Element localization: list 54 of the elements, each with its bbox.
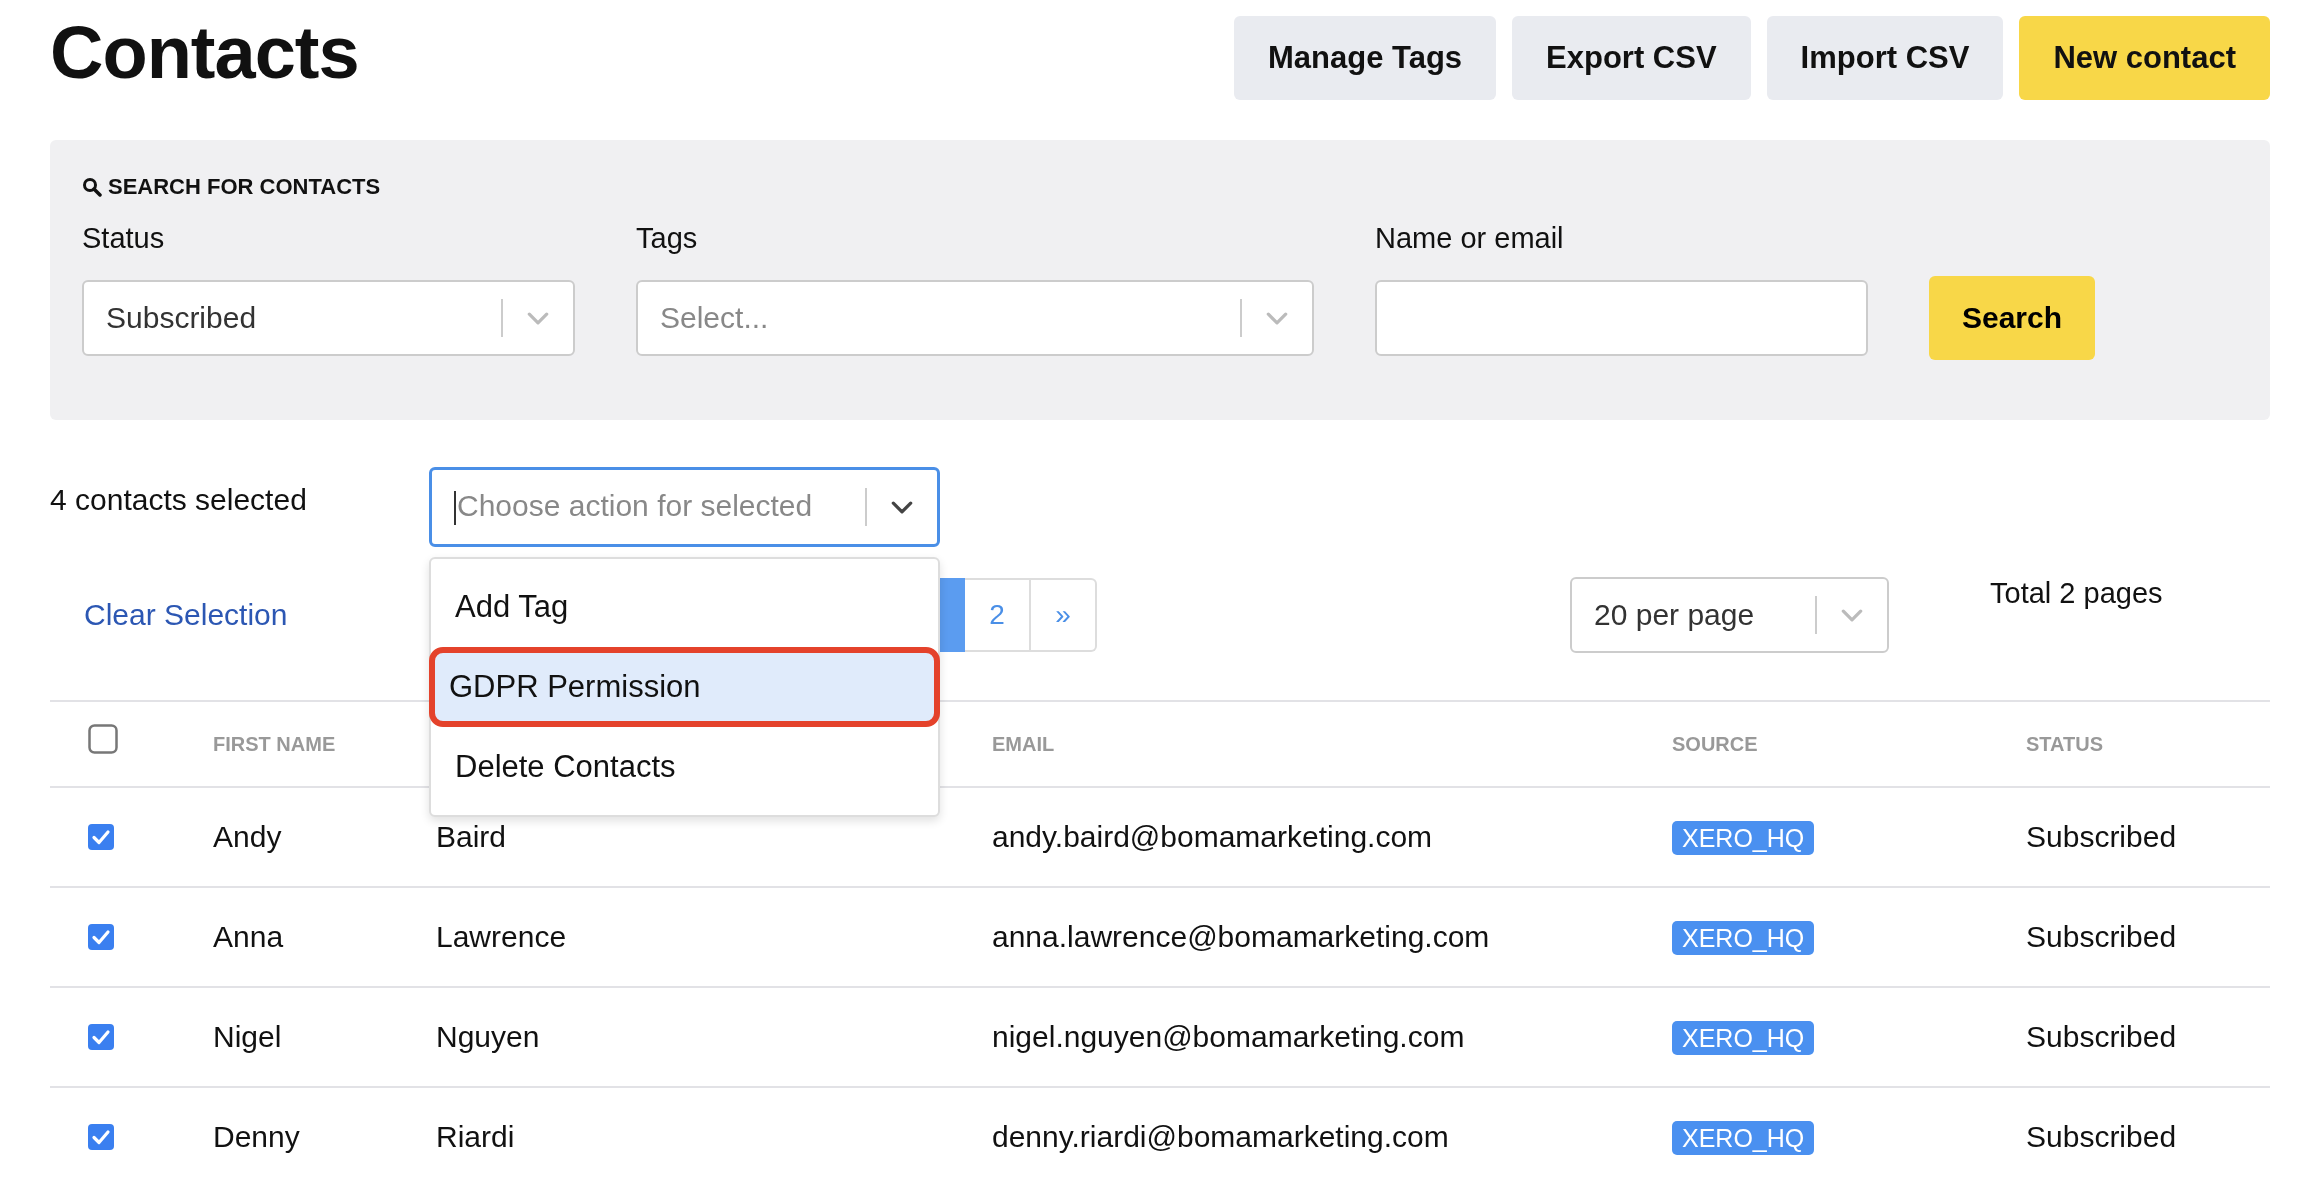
table-cell-text: Riardi <box>436 1120 516 1154</box>
source-tag: XERO_HQ <box>1672 821 1815 855</box>
table-cell-text: Nigel <box>213 1020 283 1054</box>
header-button[interactable]: Export CSV <box>1512 16 1751 100</box>
checkbox[interactable] <box>88 724 118 754</box>
name-or-email-field[interactable] <box>1375 280 1868 356</box>
page-title: Contacts <box>50 10 359 95</box>
field-label: Name or email <box>1375 222 1565 256</box>
checkbox[interactable] <box>88 1024 114 1050</box>
chevron-icon <box>1266 311 1288 325</box>
table-cell-text: Subscribed <box>2026 1120 2178 1154</box>
menu-option[interactable]: Add Tag <box>431 567 938 647</box>
header-button[interactable]: Import CSV <box>1766 16 2004 100</box>
table-cell-text: anna.lawrence@bomamarketing.com <box>992 920 1491 954</box>
field-label: Tags <box>636 222 699 256</box>
checkbox[interactable] <box>88 924 114 950</box>
table-cell-text: Denny <box>213 1120 301 1154</box>
table-cell-text: denny.riardi@bomamarketing.com <box>992 1120 1450 1154</box>
action-select[interactable]: Choose action for selected <box>429 467 940 547</box>
search-heading: SEARCH FOR CONTACTS <box>108 174 381 200</box>
menu-option[interactable]: Delete Contacts <box>431 727 938 807</box>
chevron-icon <box>527 311 549 325</box>
table-cell-text: andy.baird@bomamarketing.com <box>992 820 1434 854</box>
source-tag: XERO_HQ <box>1672 1021 1815 1055</box>
table-cell-text: nigel.nguyen@bomamarketing.com <box>992 1020 1466 1054</box>
chevron-icon <box>891 500 913 514</box>
tags-select[interactable]: Select... <box>636 280 1314 356</box>
column-header: SOURCE <box>1672 732 1759 756</box>
total-pages: Total 2 pages <box>1990 577 2163 610</box>
checkbox[interactable] <box>88 1124 114 1150</box>
table-cell-text: Subscribed <box>2026 920 2178 954</box>
status-select[interactable]: Subscribed <box>82 280 575 356</box>
table-cell-text: Nguyen <box>436 1020 541 1054</box>
table-cell-text: Lawrence <box>436 920 568 954</box>
search-icon <box>82 177 102 197</box>
table-cell-text: Subscribed <box>2026 820 2178 854</box>
source-tag: XERO_HQ <box>1672 1121 1815 1155</box>
chevron-icon <box>1841 608 1863 622</box>
menu-option[interactable]: GDPR Permission <box>429 647 940 727</box>
table-cell-text: Baird <box>436 820 508 854</box>
checkbox[interactable] <box>88 824 114 850</box>
per-page-select[interactable]: 20 per page <box>1570 577 1889 653</box>
new-contact-button[interactable]: New contact <box>2019 16 2270 100</box>
selection-count: 4 contacts selected <box>50 483 308 517</box>
column-header: FIRST NAME <box>213 732 337 756</box>
table-cell-text: Anna <box>213 920 285 954</box>
source-tag: XERO_HQ <box>1672 921 1815 955</box>
table-cell-text: Subscribed <box>2026 1020 2178 1054</box>
column-header: STATUS <box>2026 732 2105 756</box>
field-label: Status <box>82 222 166 256</box>
header-button[interactable]: Manage Tags <box>1233 16 1497 100</box>
table-cell-text: Andy <box>213 820 283 854</box>
column-header: EMAIL <box>992 732 1056 756</box>
search-button[interactable]: Search <box>1929 276 2095 360</box>
